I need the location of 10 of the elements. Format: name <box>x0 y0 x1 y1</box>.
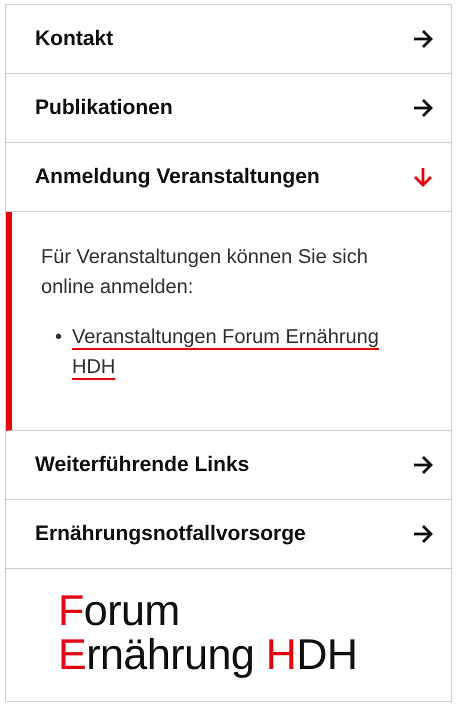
logo-text: Forum <box>58 589 180 633</box>
right-arrow-icon <box>412 454 434 476</box>
right-arrow-icon <box>412 97 434 119</box>
logo-text: Ernährung HDH <box>58 633 358 677</box>
panel-text: Für Veranstaltungen können Sie sich online anmelden: <box>41 245 369 300</box>
down-arrow-icon <box>412 166 434 188</box>
bullet: • <box>55 325 62 350</box>
event-link[interactable]: Veranstaltungen Forum Ernährung HDH <box>72 322 391 382</box>
right-arrow-icon <box>412 28 434 50</box>
right-arrow-icon <box>412 523 434 545</box>
